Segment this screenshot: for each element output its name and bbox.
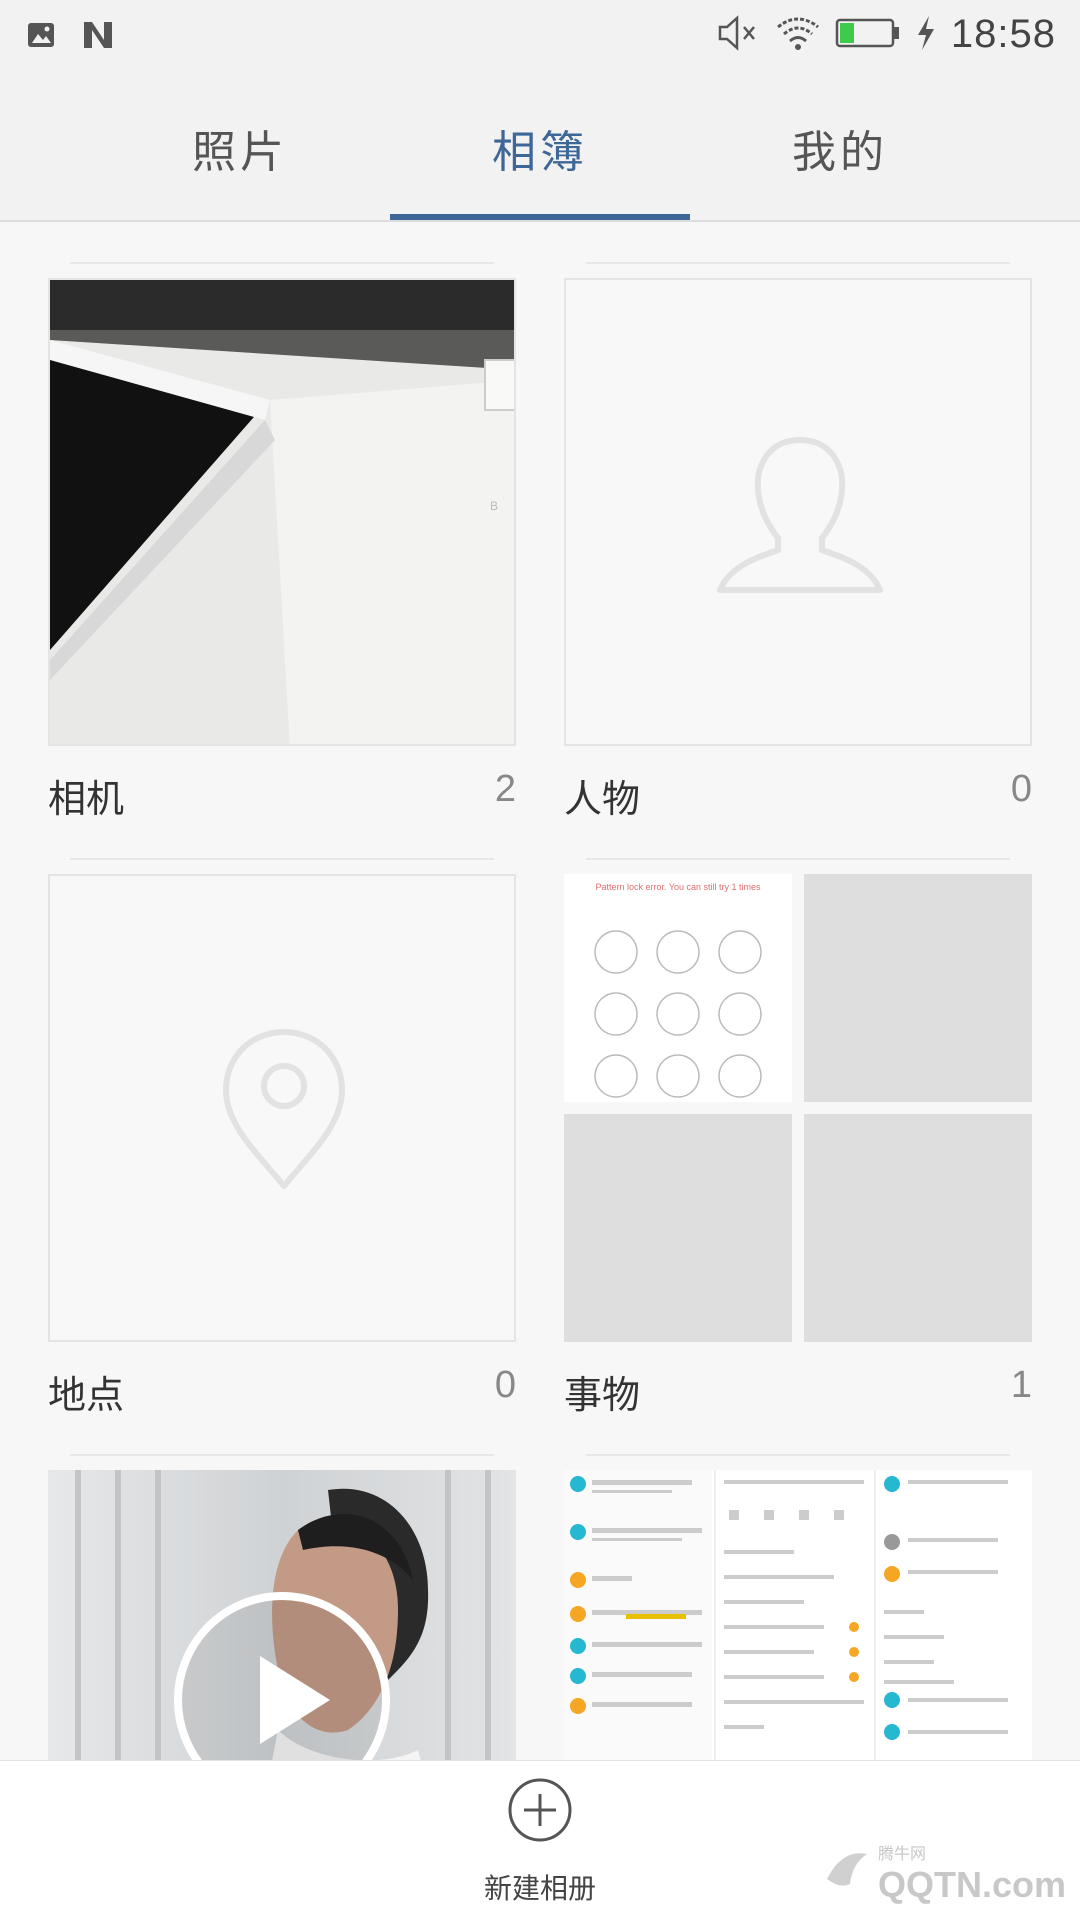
- watermark-small-text: 腾牛网: [877, 1846, 926, 1863]
- album-thumbnail[interactable]: [564, 278, 1032, 746]
- album-name: 事物: [564, 1373, 641, 1417]
- location-pin-icon: [220, 1026, 348, 1196]
- mute-icon: [717, 14, 761, 55]
- album-grid: B 相机 2 人物 0 地点 0 Pattern lock error. You…: [0, 222, 1080, 1760]
- album-count: 0: [494, 1364, 516, 1406]
- new-album-button[interactable]: 新建相册: [440, 1777, 640, 1907]
- album-name: 人物: [564, 777, 641, 821]
- album-name: 地点: [48, 1373, 125, 1417]
- watermark: 腾牛网 QQTN.com: [822, 1840, 1066, 1906]
- album-name: 相机: [48, 777, 125, 821]
- status-bar: 18:58: [0, 0, 1080, 76]
- add-circle-icon[interactable]: [507, 1777, 573, 1847]
- person-placeholder-icon: [716, 430, 884, 604]
- play-icon[interactable]: [172, 1590, 392, 1760]
- album-thumbnail[interactable]: [564, 1470, 1032, 1760]
- tab-photos[interactable]: 照片: [90, 116, 390, 180]
- watermark-text: QQTN.com: [877, 1864, 1066, 1905]
- album-count: 2: [494, 768, 516, 810]
- album-count: 1: [1010, 1364, 1032, 1406]
- n-icon: [82, 20, 114, 54]
- album-thumbnail[interactable]: [48, 1470, 516, 1760]
- album-thumbnail[interactable]: [48, 874, 516, 1342]
- tab-bar: 照片 相簿 我的: [0, 76, 1080, 222]
- album-count: 0: [1010, 768, 1032, 810]
- image-icon: [26, 20, 56, 54]
- tab-mine[interactable]: 我的: [690, 116, 990, 180]
- new-album-label: 新建相册: [483, 1872, 596, 1905]
- tab-albums[interactable]: 相簿: [390, 116, 690, 180]
- watermark-logo-icon: [822, 1844, 872, 1903]
- bottom-bar: 新建相册 腾牛网 QQTN.com: [0, 1760, 1080, 1920]
- active-tab-indicator: [390, 214, 690, 220]
- battery-icon: [835, 17, 901, 53]
- album-thumbnail[interactable]: B: [48, 278, 516, 746]
- charging-icon: [915, 15, 937, 55]
- svg-text:B: B: [490, 499, 498, 513]
- pattern-lock-screenshot: Pattern lock error. You can still try 1 …: [564, 874, 792, 1102]
- clock: 18:58: [950, 12, 1056, 56]
- wifi-icon: [775, 15, 821, 55]
- album-thumbnail[interactable]: Pattern lock error. You can still try 1 …: [564, 874, 1032, 1342]
